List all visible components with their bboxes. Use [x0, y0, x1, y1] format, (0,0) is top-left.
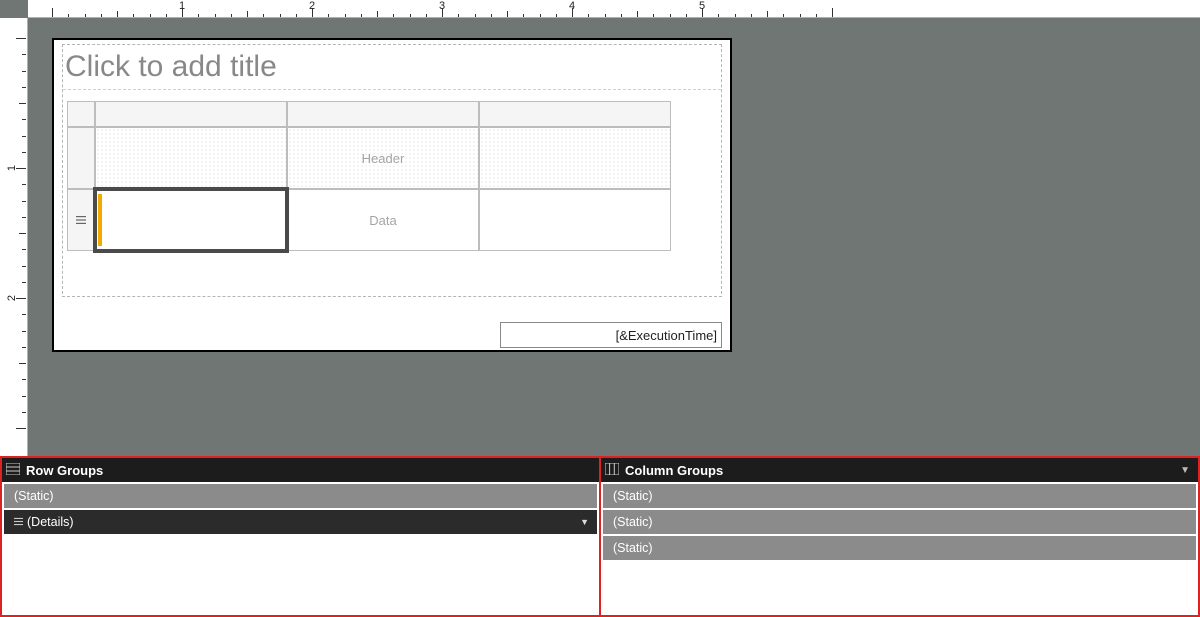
row-group-label: (Static) [14, 489, 54, 503]
column-groups-menu-chevron-icon[interactable]: ▼ [1180, 465, 1198, 476]
tablix-corner[interactable] [67, 101, 95, 127]
execution-time-textbox[interactable]: [&ExecutionTime] [500, 322, 722, 348]
tablix-header-cell-1[interactable] [95, 127, 287, 189]
tablix-row-handle-header[interactable] [67, 127, 95, 189]
details-icon [76, 213, 86, 228]
tablix[interactable]: Header Data [67, 101, 671, 251]
column-groups-list[interactable]: (Static) (Static) (Static) [601, 482, 1198, 615]
row-groups-title: Row Groups [26, 463, 103, 478]
tablix-header-cell-3[interactable] [479, 127, 671, 189]
row-groups-header[interactable]: Row Groups [2, 458, 599, 482]
ruler-h-number: 2 [309, 0, 315, 12]
column-group-item[interactable]: (Static) [603, 510, 1196, 534]
row-group-label: (Details) [27, 515, 74, 529]
ruler-vertical: 12 [0, 18, 28, 456]
tablix-data-cell-1-selected[interactable] [95, 189, 287, 251]
row-groups-pane[interactable]: Row Groups (Static) (Details) ▼ [2, 458, 601, 615]
report-title-placeholder[interactable]: Click to add title [63, 45, 721, 90]
colgroups-icon [605, 463, 619, 478]
details-icon [14, 515, 23, 529]
tablix-col-header-3[interactable] [479, 101, 671, 127]
ruler-h-number: 1 [179, 0, 185, 12]
design-surface[interactable]: Click to add title Header [28, 18, 1200, 456]
tablix-header-cell-2[interactable]: Header [287, 127, 479, 189]
row-groups-list[interactable]: (Static) (Details) ▼ [2, 482, 599, 615]
ruler-h-number: 3 [439, 0, 445, 12]
column-groups-pane[interactable]: Column Groups ▼ (Static) (Static) (Static) [601, 458, 1198, 615]
body-footer-divider [62, 296, 722, 297]
column-group-label: (Static) [613, 541, 653, 555]
report-page[interactable]: Click to add title Header [52, 38, 732, 352]
rowgroups-icon [6, 463, 20, 478]
column-group-item[interactable]: (Static) [603, 484, 1196, 508]
ruler-h-number: 5 [699, 0, 705, 12]
tablix-data-cell-2[interactable]: Data [287, 189, 479, 251]
grouping-panes: Row Groups (Static) (Details) ▼ Column Gro… [0, 456, 1200, 617]
tablix-col-header-1[interactable] [95, 101, 287, 127]
report-body[interactable]: Click to add title Header [62, 44, 722, 294]
row-group-menu-chevron-icon[interactable]: ▼ [580, 517, 589, 527]
ruler-horizontal: 1 2 3 4 5 [28, 0, 1200, 18]
ruler-v-number: 2 [6, 295, 18, 301]
column-group-label: (Static) [613, 489, 653, 503]
column-group-item[interactable]: (Static) [603, 536, 1196, 560]
ruler-v-number: 1 [6, 165, 18, 171]
ruler-h-number: 4 [569, 0, 575, 12]
tablix-data-cell-3[interactable] [479, 189, 671, 251]
tablix-row-handle-details[interactable] [67, 189, 95, 251]
column-groups-title: Column Groups [625, 463, 723, 478]
column-group-label: (Static) [613, 515, 653, 529]
row-group-item[interactable]: (Details) ▼ [4, 510, 597, 534]
column-groups-header[interactable]: Column Groups ▼ [601, 458, 1198, 482]
tablix-col-header-2[interactable] [287, 101, 479, 127]
report-footer[interactable]: [&ExecutionTime] [62, 300, 722, 348]
row-group-item[interactable]: (Static) [4, 484, 597, 508]
